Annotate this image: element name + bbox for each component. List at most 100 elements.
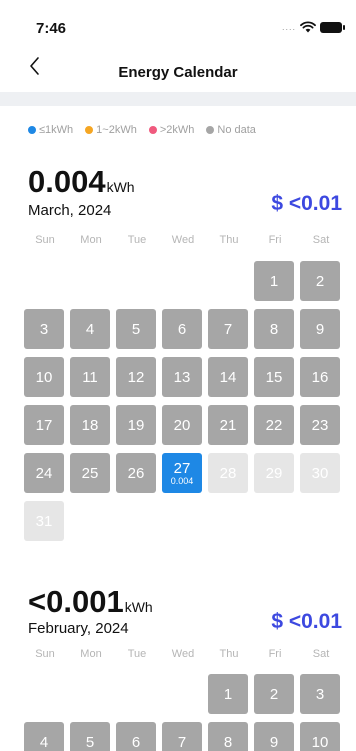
day-number: 18 [81, 416, 99, 434]
weekday-label: Wed [171, 234, 195, 246]
day-number: 28 [219, 464, 237, 482]
day-cell[interactable]: 30 [300, 453, 340, 493]
day-cell[interactable]: 18 [70, 405, 110, 445]
weekday-label: Thu [219, 648, 239, 660]
day-cell[interactable]: 15 [254, 357, 294, 397]
month-title: March, 2024 [28, 202, 112, 219]
day-number: 2 [315, 272, 325, 290]
day-cell[interactable]: 26 [116, 453, 156, 493]
day-cell[interactable]: 11 [70, 357, 110, 397]
day-cell[interactable]: 6 [162, 309, 202, 349]
day-cell[interactable]: 3 [300, 674, 340, 714]
day-number: 27 [173, 459, 191, 477]
day-cell[interactable]: 1 [254, 261, 294, 301]
legend-dot-icon [206, 126, 215, 134]
day-number: 10 [35, 368, 53, 386]
day-number: 15 [265, 368, 283, 386]
month-total-unit: kWh [106, 179, 135, 195]
day-cell[interactable]: 5 [116, 309, 156, 349]
day-cell[interactable]: 7 [162, 722, 202, 751]
weekday-label: Wed [171, 648, 195, 660]
day-cell[interactable]: 3 [24, 309, 64, 349]
day-number: 7 [223, 320, 233, 338]
weekday-header: Sun Mon Tue Wed Thu Fri Sat [22, 234, 346, 246]
day-number: 8 [223, 733, 233, 751]
divider-band [0, 92, 356, 106]
calendar-grid: 1 2 3 4 5 6 7 8 9 10 11 12 13 14 15 16 17 18 19 20 21 22 23 24 2… [24, 261, 346, 541]
day-cell[interactable]: 16 [300, 357, 340, 397]
day-cell[interactable]: 8 [254, 309, 294, 349]
day-number: 5 [131, 320, 141, 338]
day-cell[interactable]: 22 [254, 405, 294, 445]
day-cell[interactable]: 12 [116, 357, 156, 397]
day-cell[interactable]: 23 [300, 405, 340, 445]
day-cell[interactable]: 4 [24, 722, 64, 751]
day-number: 8 [269, 320, 279, 338]
wifi-icon [300, 21, 316, 33]
day-number: 20 [173, 416, 191, 434]
weekday-label: Fri [268, 648, 282, 660]
day-cell[interactable]: 29 [254, 453, 294, 493]
day-number: 3 [39, 320, 49, 338]
day-cell[interactable]: 19 [116, 405, 156, 445]
weekday-label: Sun [35, 648, 55, 660]
empty-cell [24, 674, 64, 714]
day-cell[interactable]: 5 [70, 722, 110, 751]
month-total: 0.004kWh [28, 164, 135, 200]
day-number: 10 [311, 733, 329, 751]
navigation-bar: Energy Calendar [0, 44, 356, 92]
day-cell[interactable]: 2 [300, 261, 340, 301]
weekday-header: Sun Mon Tue Wed Thu Fri Sat [22, 648, 346, 660]
legend: ≤1kWh 1~2kWh >2kWh No data [28, 124, 256, 136]
day-cell[interactable]: 20 [162, 405, 202, 445]
day-cell[interactable]: 9 [300, 309, 340, 349]
day-number: 24 [35, 464, 53, 482]
calendar-content[interactable]: ≤1kWh 1~2kWh >2kWh No data 0.004kWh March, … [0, 106, 356, 751]
month-cost: $ <0.01 [271, 192, 342, 215]
page-title: Energy Calendar [118, 64, 238, 81]
day-number: 2 [269, 685, 279, 703]
day-cell[interactable]: 27 0.004 [162, 453, 202, 493]
day-number: 12 [127, 368, 145, 386]
month-cost: $ <0.01 [271, 610, 342, 633]
day-cell[interactable]: 24 [24, 453, 64, 493]
day-cell[interactable]: 25 [70, 453, 110, 493]
day-cell[interactable]: 1 [208, 674, 248, 714]
day-cell[interactable]: 31 [24, 501, 64, 541]
weekday-label: Fri [268, 234, 282, 246]
day-cell[interactable]: 21 [208, 405, 248, 445]
day-number: 14 [219, 368, 237, 386]
day-cell[interactable]: 17 [24, 405, 64, 445]
day-number: 26 [127, 464, 145, 482]
day-number: 3 [315, 685, 325, 703]
legend-dot-icon [85, 126, 94, 134]
day-cell[interactable]: 28 [208, 453, 248, 493]
day-number: 11 [82, 368, 98, 386]
legend-label: >2kWh [159, 124, 195, 136]
day-cell[interactable]: 13 [162, 357, 202, 397]
day-cell[interactable]: 10 [24, 357, 64, 397]
day-cell[interactable]: 7 [208, 309, 248, 349]
day-energy-value: 0.004 [170, 475, 194, 486]
weekday-label: Sat [312, 648, 330, 660]
day-cell[interactable]: 2 [254, 674, 294, 714]
status-time: 7:46 [36, 20, 67, 37]
weekday-label: Sun [35, 234, 55, 246]
empty-cell [116, 674, 156, 714]
empty-cell [24, 261, 64, 301]
month-title: February, 2024 [28, 620, 129, 637]
day-cell[interactable]: 9 [254, 722, 294, 751]
day-number: 25 [81, 464, 99, 482]
legend-dot-icon [28, 126, 36, 134]
day-cell[interactable]: 6 [116, 722, 156, 751]
day-cell[interactable]: 4 [70, 309, 110, 349]
day-cell[interactable]: 8 [208, 722, 248, 751]
day-cell[interactable]: 10 [300, 722, 340, 751]
legend-item: No data [206, 124, 256, 136]
legend-label: No data [217, 124, 256, 136]
legend-label: 1~2kWh [96, 124, 137, 136]
day-cell[interactable]: 14 [208, 357, 248, 397]
day-number: 7 [177, 733, 187, 751]
legend-item: ≤1kWh [28, 124, 73, 136]
status-icons: .... [282, 21, 345, 33]
